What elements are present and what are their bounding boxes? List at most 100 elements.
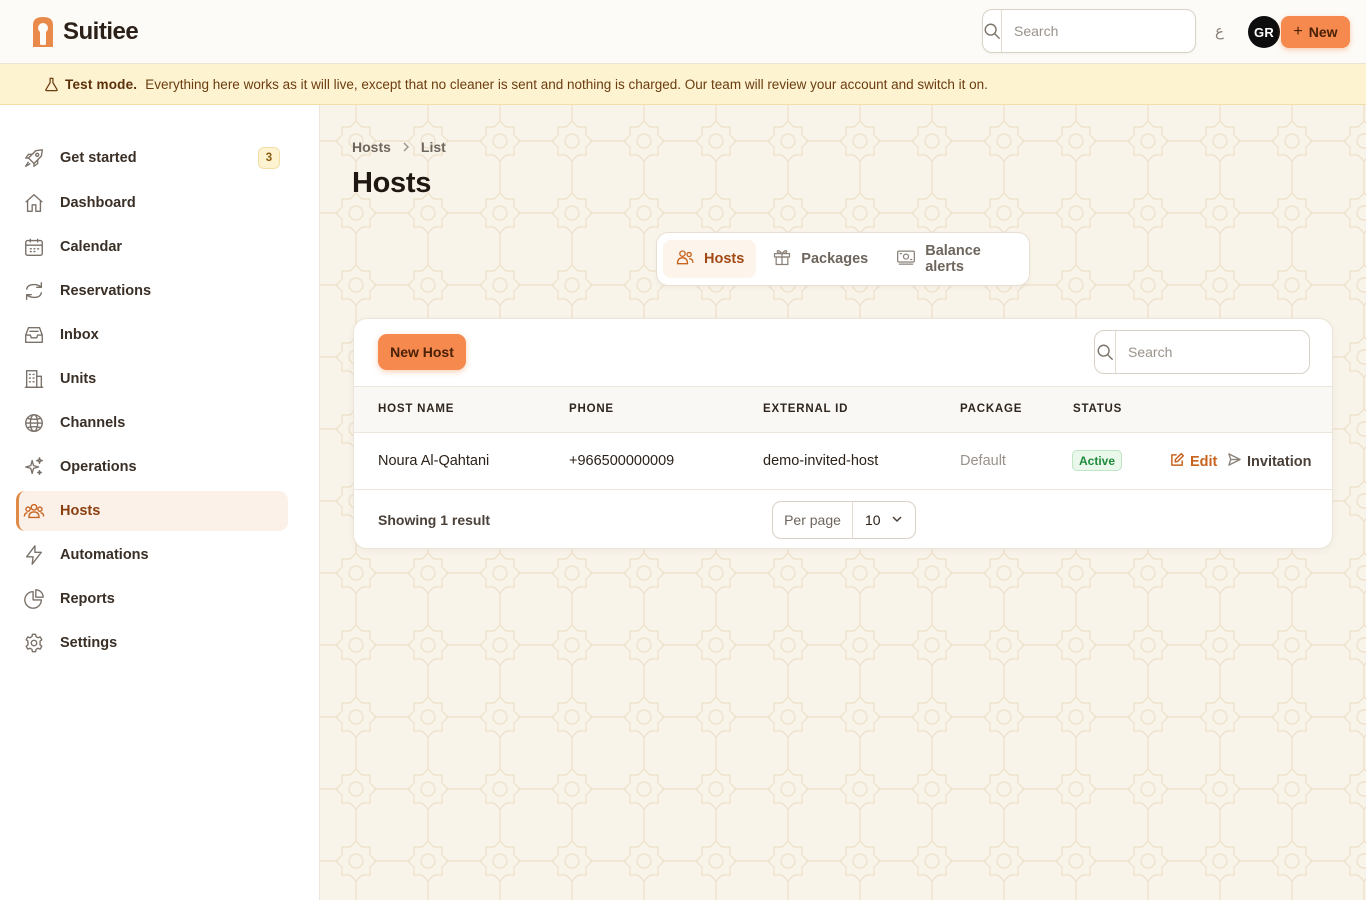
top-bar: Suitiee ع GR + New	[0, 0, 1366, 64]
column-header-phone[interactable]: PHONE	[569, 403, 614, 415]
column-header-host-name[interactable]: HOST NAME	[378, 403, 454, 415]
table-row[interactable]: Noura Al-Qahtani +966500000009 demo-invi…	[354, 433, 1332, 490]
column-header-package[interactable]: PACKAGE	[960, 403, 1022, 415]
tab-label: Packages	[801, 251, 869, 267]
plus-icon: +	[1293, 23, 1303, 40]
users-icon	[12, 500, 56, 522]
keyhole-logo-icon	[33, 17, 53, 47]
sidebar-item-dashboard[interactable]: Dashboard	[16, 183, 288, 223]
table-search-input[interactable]	[1116, 331, 1309, 373]
per-page-label: Per page	[773, 502, 853, 538]
sidebar-item-label: Settings	[60, 635, 118, 651]
new-button-label: New	[1308, 24, 1338, 40]
main-content: Hosts List Hosts Hosts Packages Balance …	[320, 105, 1366, 900]
breadcrumb-hosts-link[interactable]: Hosts	[352, 139, 391, 155]
sidebar-item-label: Dashboard	[60, 195, 136, 211]
users-icon	[675, 247, 695, 271]
table-header: HOST NAME PHONE EXTERNAL ID PACKAGE STAT…	[354, 387, 1332, 433]
table-toolbar: New Host	[354, 319, 1332, 387]
gift-icon	[772, 247, 792, 271]
chevron-right-icon	[401, 139, 411, 155]
sidebar-item-label: Calendar	[60, 239, 123, 255]
sidebar-item-reports[interactable]: Reports	[16, 579, 288, 619]
page-title: Hosts	[352, 167, 432, 199]
sidebar-item-label: Inbox	[60, 327, 99, 343]
breadcrumb-current: List	[420, 139, 446, 155]
tab-balance-alerts[interactable]: Balance alerts	[884, 240, 1023, 278]
new-host-button[interactable]: New Host	[378, 334, 466, 370]
column-header-external-id[interactable]: EXTERNAL ID	[763, 403, 848, 415]
sidebar-item-automations[interactable]: Automations	[16, 535, 288, 575]
status-badge: Active	[1072, 450, 1123, 471]
sidebar-item-label: Channels	[60, 415, 126, 431]
pie-chart-icon	[12, 588, 56, 610]
new-button[interactable]: + New	[1281, 16, 1350, 48]
hosts-table-card: New Host HOST NAME PHONE EXTERNAL ID PAC…	[353, 318, 1333, 549]
per-page-select[interactable]: Per page 10	[772, 501, 916, 539]
tab-label: Balance alerts	[925, 243, 981, 275]
table-search[interactable]	[1094, 330, 1310, 374]
sidebar-item-inbox[interactable]: Inbox	[16, 315, 288, 355]
flask-icon	[44, 77, 59, 92]
sidebar-item-label: Reservations	[60, 283, 152, 299]
sidebar: Get started 3 Dashboard Calendar Reserva…	[0, 105, 320, 900]
count-badge: 3	[258, 147, 280, 169]
edit-label: Edit	[1190, 453, 1218, 470]
sidebar-item-label: Get started	[60, 150, 137, 166]
host-name-cell: Noura Al-Qahtani	[378, 453, 490, 469]
sidebar-item-hosts[interactable]: Hosts	[16, 491, 288, 531]
global-search[interactable]	[982, 9, 1196, 53]
edit-button[interactable]: Edit	[1170, 452, 1217, 471]
sidebar-item-calendar[interactable]: Calendar	[16, 227, 288, 267]
per-page-value: 10	[865, 512, 881, 528]
globe-icon	[12, 412, 56, 434]
sidebar-item-label: Operations	[60, 459, 137, 475]
language-toggle[interactable]: ع	[1215, 22, 1224, 40]
per-page-dropdown[interactable]: 10	[853, 502, 915, 538]
home-icon	[12, 192, 56, 214]
global-search-input[interactable]	[1002, 10, 1195, 52]
money-icon	[896, 247, 916, 271]
banner-title: Test mode.	[65, 76, 138, 92]
search-icon	[983, 10, 1002, 52]
section-tabs: Hosts Packages Balance alerts	[656, 232, 1030, 286]
sidebar-item-label: Automations	[60, 547, 149, 563]
app-name: Suitiee	[63, 18, 139, 45]
send-icon	[1227, 452, 1242, 471]
sidebar-item-label: Hosts	[60, 503, 101, 519]
breadcrumb: Hosts List	[352, 139, 446, 155]
invitation-label: Invitation	[1247, 453, 1312, 470]
tab-hosts[interactable]: Hosts	[663, 240, 757, 278]
result-count: Showing 1 result	[378, 512, 491, 528]
sidebar-item-settings[interactable]: Settings	[16, 623, 288, 663]
chevron-down-icon	[891, 512, 903, 528]
sidebar-item-operations[interactable]: Operations	[16, 447, 288, 487]
inbox-icon	[12, 324, 56, 346]
calendar-icon	[12, 236, 56, 258]
rocket-icon	[12, 147, 56, 169]
invitation-button[interactable]: Invitation	[1227, 452, 1311, 471]
gear-icon	[12, 632, 56, 654]
phone-cell: +966500000009	[569, 453, 675, 469]
external-id-cell: demo-invited-host	[763, 453, 879, 469]
test-mode-banner: Test mode. Everything here works as it w…	[0, 64, 1366, 105]
sparkles-icon	[12, 456, 56, 478]
arrows-cycle-icon	[12, 280, 56, 302]
user-avatar[interactable]: GR	[1248, 16, 1280, 48]
package-cell: Default	[960, 453, 1006, 469]
sidebar-item-get-started[interactable]: Get started 3	[16, 138, 288, 178]
banner-message: Everything here works as it will live, e…	[145, 76, 988, 92]
search-icon	[1095, 331, 1116, 373]
sidebar-item-units[interactable]: Units	[16, 359, 288, 399]
tab-packages[interactable]: Packages	[760, 240, 880, 278]
sidebar-item-label: Units	[60, 371, 97, 387]
pencil-square-icon	[1170, 452, 1185, 471]
sidebar-item-reservations[interactable]: Reservations	[16, 271, 288, 311]
sidebar-item-label: Reports	[60, 591, 115, 607]
building-icon	[12, 368, 56, 390]
sidebar-item-channels[interactable]: Channels	[16, 403, 288, 443]
app-logo[interactable]: Suitiee	[30, 15, 139, 49]
tab-label: Hosts	[704, 251, 745, 267]
bolt-icon	[12, 544, 56, 566]
column-header-status[interactable]: STATUS	[1073, 403, 1122, 415]
